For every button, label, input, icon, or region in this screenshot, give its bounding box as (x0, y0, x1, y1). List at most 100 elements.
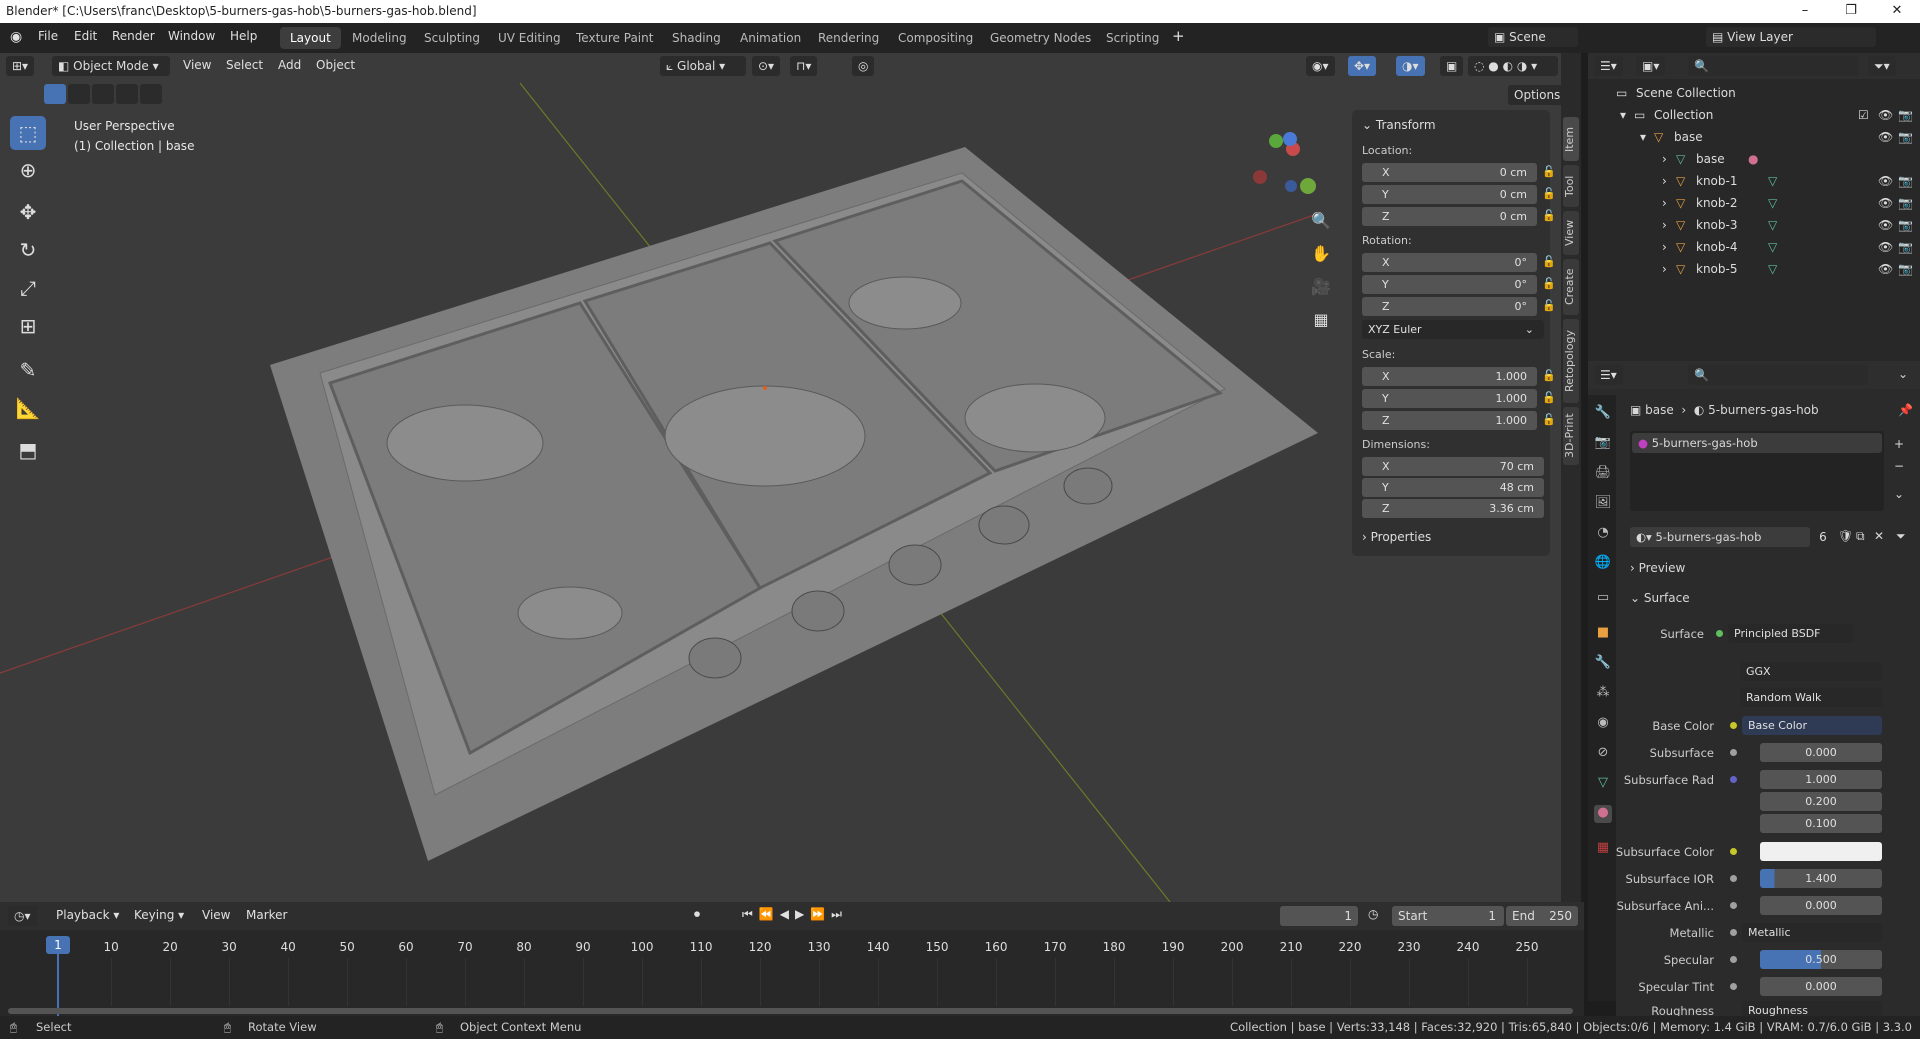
material-slot[interactable]: ● 5-burners-gas-hob (1632, 433, 1882, 453)
camera-icon[interactable]: 📷 (1898, 196, 1913, 210)
pan-hand-icon[interactable]: ✋ (1308, 241, 1334, 267)
tab-create[interactable]: Create (1563, 259, 1579, 315)
eye-icon[interactable]: 👁 (1878, 108, 1893, 122)
tab-uv-editing[interactable]: UV Editing (488, 27, 571, 49)
render-tab-icon[interactable]: 📷 (1594, 435, 1612, 453)
rotation-y-field[interactable]: Y 0° (1362, 275, 1537, 294)
filter-icon[interactable]: ⏷ (1896, 529, 1906, 544)
lock-icon[interactable]: 🔓 (1542, 187, 1556, 200)
eye-icon[interactable]: 👁 (1878, 218, 1893, 232)
subsurface-color-row[interactable]: Subsurface Color (1616, 841, 1914, 863)
menu-playback[interactable]: Playback ▾ (56, 908, 119, 922)
expand-icon[interactable]: › (1662, 174, 1667, 188)
grid-perspective-icon[interactable]: ▦ (1308, 307, 1334, 333)
remove-slot-icon[interactable]: − (1894, 459, 1904, 473)
data-tab-icon[interactable]: ▽ (1594, 775, 1612, 793)
outliner-item[interactable]: › ▽ base ● (1588, 149, 1920, 171)
timeline-scrollbar[interactable] (8, 1008, 1573, 1014)
editor-type-icon[interactable]: ◷▾ (8, 906, 37, 926)
options-button[interactable]: Options ▾ (1508, 85, 1566, 122)
output-tab-icon[interactable]: 🖨 (1594, 465, 1612, 483)
tab-compositing[interactable]: Compositing (888, 27, 983, 49)
rotation-x-field[interactable]: X 0° (1362, 253, 1537, 272)
add-cube-tool-icon[interactable]: ⬒ (10, 433, 46, 467)
proportional-edit-icon[interactable]: ◎ (852, 56, 875, 76)
subsurface-ior-row[interactable]: Subsurface IOR 1.400 (1616, 868, 1914, 890)
specular-row[interactable]: Specular 0.500 (1616, 949, 1914, 971)
tab-scripting[interactable]: Scripting (1096, 27, 1169, 49)
shading-modes-icon[interactable]: ◌ ● ◐ ◑ ▾ (1468, 56, 1558, 76)
subsurface-radius-y[interactable]: 0.200 (1616, 791, 1914, 813)
end-frame-field[interactable]: End 250 (1506, 906, 1578, 926)
outliner-item[interactable]: › ▽ knob-1 ▽ 👁 📷 (1588, 171, 1920, 193)
surface-row[interactable]: Surface Principled BSDF (1616, 623, 1914, 645)
preview-panel[interactable]: › Preview (1630, 561, 1685, 575)
expand-icon[interactable]: ▾ (1620, 108, 1626, 122)
pin-icon[interactable]: 📌 (1898, 403, 1913, 417)
gizmo-icon[interactable]: ✥▾ (1348, 56, 1377, 76)
menu-view[interactable]: View (183, 58, 211, 72)
transform-tool-icon[interactable]: ⊞ (10, 309, 46, 343)
texture-tab-icon[interactable]: ▦ (1594, 840, 1612, 858)
lock-icon[interactable]: 🔓 (1542, 277, 1556, 290)
annotate-tool-icon[interactable]: ✎ (10, 353, 46, 387)
scale-y-field[interactable]: Y 1.000 (1362, 389, 1537, 408)
distribution-dropdown[interactable]: GGX (1616, 661, 1914, 683)
lock-icon[interactable]: 🔓 (1542, 391, 1556, 404)
eye-icon[interactable]: 👁 (1878, 196, 1893, 210)
rotation-mode-dropdown[interactable]: XYZ Euler ⌄ (1362, 320, 1544, 339)
camera-icon[interactable]: 📷 (1898, 108, 1913, 122)
3d-viewport[interactable]: ⊞▾ ◧ Object Mode ▾ View Select Add Objec… (0, 53, 1566, 902)
tab-3d-print[interactable]: 3D-Print (1563, 407, 1579, 465)
subsurface-row[interactable]: Subsurface 0.000 (1616, 742, 1914, 764)
chevron-down-icon[interactable]: ⌄ (1894, 487, 1904, 501)
close-icon[interactable]: ✕ (1874, 529, 1884, 543)
select-subtract-icon[interactable] (92, 84, 114, 104)
rotate-tool-icon[interactable]: ↻ (10, 233, 46, 267)
dimensions-z-field[interactable]: Z 3.36 cm (1362, 499, 1544, 518)
playback-controls[interactable]: ⏮⏪◀▶⏩⏭ (742, 907, 848, 922)
view-layer-tab-icon[interactable]: 🖼 (1594, 495, 1612, 513)
outliner-item[interactable]: ▾ ▽ base 👁 📷 (1588, 127, 1920, 149)
tab-layout[interactable]: Layout (280, 27, 341, 49)
expand-icon[interactable]: ▾ (1640, 130, 1646, 144)
outliner-item[interactable]: › ▽ knob-2 ▽ 👁 📷 (1588, 193, 1920, 215)
object-tab-icon[interactable]: ■ (1594, 625, 1612, 643)
view-layer-selector[interactable]: ▤ View Layer (1706, 27, 1876, 47)
tab-retopology[interactable]: Retopology (1563, 319, 1579, 403)
scene-tab-icon[interactable]: ◔ (1594, 525, 1612, 543)
display-mode-icon[interactable]: ▣▾ (1636, 56, 1666, 76)
menu-render[interactable]: Render (112, 29, 155, 43)
outliner-search-input[interactable]: 🔍 (1688, 56, 1858, 76)
playhead-frame-badge[interactable]: 1 (46, 936, 70, 954)
menu-file[interactable]: File (38, 29, 58, 43)
eye-icon[interactable]: 👁 (1878, 174, 1893, 188)
camera-icon[interactable]: 🎥 (1308, 274, 1334, 300)
subsurface-method-dropdown[interactable]: Random Walk (1616, 687, 1914, 709)
zoom-icon[interactable]: 🔍 (1308, 208, 1334, 234)
metallic-row[interactable]: Metallic Metallic (1616, 922, 1914, 944)
maximize-icon[interactable]: ❐ (1828, 0, 1874, 23)
editor-type-icon[interactable]: ⊞▾ (6, 56, 35, 76)
subsurface-radius-row[interactable]: Subsurface Rad 1.000 (1616, 769, 1914, 791)
outliner-scene-collection[interactable]: ▭ Scene Collection (1588, 83, 1920, 105)
menu-help[interactable]: Help (230, 29, 257, 43)
base-color-row[interactable]: Base Color Base Color (1616, 715, 1914, 737)
constraints-tab-icon[interactable]: ⊘ (1594, 745, 1612, 763)
camera-icon[interactable]: 📷 (1898, 218, 1913, 232)
editor-type-icon[interactable]: ☰▾ (1594, 56, 1623, 76)
cursor-tool-icon[interactable]: ⊕ (10, 153, 46, 187)
lock-icon[interactable]: 🔓 (1542, 165, 1556, 178)
tab-shading[interactable]: Shading (662, 27, 731, 49)
tab-item[interactable]: Item (1563, 117, 1579, 161)
menu-marker[interactable]: Marker (246, 908, 287, 922)
outliner-item[interactable]: › ▽ knob-5 ▽ 👁 📷 (1588, 259, 1920, 281)
expand-icon[interactable]: › (1662, 196, 1667, 210)
subsurface-anisotropy-row[interactable]: Subsurface Ani... 0.000 (1616, 895, 1914, 917)
menu-view[interactable]: View (202, 908, 230, 922)
camera-icon[interactable]: 📷 (1898, 130, 1913, 144)
visibility-icon[interactable]: ◉▾ (1306, 56, 1335, 76)
camera-icon[interactable]: 📷 (1898, 174, 1913, 188)
fake-user-icon[interactable]: 🛡 (1838, 529, 1853, 543)
roughness-row[interactable]: Roughness Roughness (1616, 1000, 1914, 1016)
